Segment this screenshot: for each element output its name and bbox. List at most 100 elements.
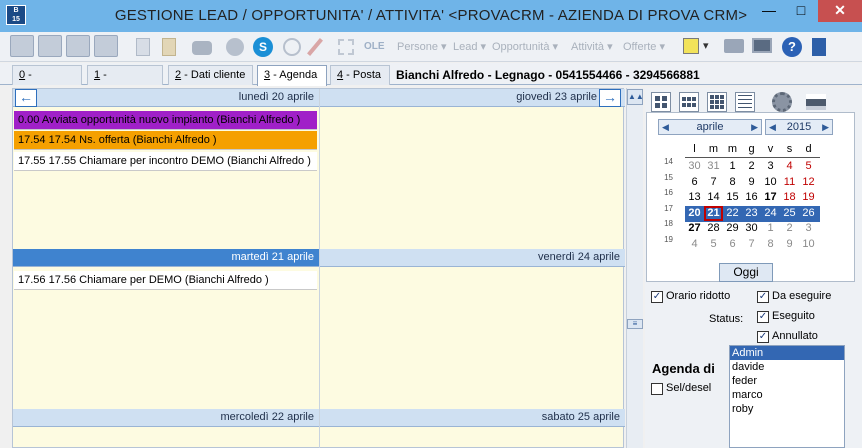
day-header-tuesday[interactable]: martedì 21 aprile bbox=[13, 249, 319, 267]
tab-dati-cliente[interactable]: 2 - Dati cliente bbox=[168, 65, 253, 85]
view-2x2-icon[interactable] bbox=[651, 92, 671, 112]
collapse-up-icon[interactable]: ▲▲ bbox=[627, 89, 644, 105]
minimize-button[interactable]: — bbox=[754, 0, 784, 22]
tab-agenda[interactable]: 3 - Agenda bbox=[257, 65, 327, 86]
calendar-day[interactable]: 3 bbox=[761, 159, 780, 174]
day-header-friday[interactable]: venerdì 24 aprile bbox=[320, 249, 625, 267]
document-icon[interactable] bbox=[136, 38, 150, 56]
prev-year-icon[interactable]: ◀ bbox=[769, 120, 776, 134]
menu-persone[interactable]: Persone ▾ bbox=[397, 40, 447, 53]
calendar-day[interactable]: 18 bbox=[780, 190, 799, 205]
grid-view-icon[interactable] bbox=[94, 35, 118, 57]
da-eseguire-checkbox[interactable]: ✓ bbox=[757, 291, 769, 303]
tab-principale[interactable]: 1 - Principale bbox=[87, 65, 163, 99]
calendar-day[interactable]: 7 bbox=[704, 175, 723, 190]
orario-ridotto-checkbox[interactable]: ✓ bbox=[651, 291, 663, 303]
gear-icon[interactable] bbox=[772, 92, 792, 112]
event-monday-2[interactable]: 17.54 17.54 Ns. offerta (Bianchi Alfredo… bbox=[14, 131, 317, 150]
event-monday-3[interactable]: 17.55 17.55 Chiamare per incontro DEMO (… bbox=[14, 152, 317, 171]
view-4x4-icon[interactable] bbox=[735, 92, 755, 112]
calendar-day[interactable]: 10 bbox=[761, 175, 780, 190]
list-icon[interactable] bbox=[683, 38, 699, 54]
calendar-day[interactable]: 30 bbox=[685, 159, 704, 174]
day-header-thursday[interactable]: giovedì 23 aprile bbox=[320, 89, 625, 107]
agenda-scrollbar[interactable]: ▲▲ ≡ bbox=[626, 88, 644, 448]
event-monday-1[interactable]: 0.00 Avviata opportunità nuovo impianto … bbox=[14, 111, 317, 130]
calendar-day[interactable]: 29 bbox=[723, 221, 742, 236]
binoculars-icon[interactable] bbox=[192, 41, 212, 55]
calendar-day[interactable]: 26 bbox=[799, 206, 818, 221]
user-list-item[interactable]: Admin bbox=[730, 346, 844, 360]
user-list-item[interactable]: davide bbox=[730, 360, 844, 374]
calendar-day[interactable]: 31 bbox=[704, 159, 723, 174]
chevron-down-icon[interactable]: ▾ bbox=[703, 39, 709, 52]
calendar-day[interactable]: 21 bbox=[704, 205, 723, 221]
calendar-day[interactable]: 24 bbox=[761, 206, 780, 221]
year-selector[interactable]: ◀ 2015 ▶ bbox=[765, 119, 833, 135]
menu-lead[interactable]: Lead ▾ bbox=[453, 40, 486, 53]
tab-posta[interactable]: 4 - Posta bbox=[330, 65, 390, 85]
annullato-checkbox[interactable]: ✓ bbox=[757, 331, 769, 343]
calendar-day[interactable]: 14 bbox=[704, 190, 723, 205]
ole-icon[interactable]: OLE bbox=[364, 41, 385, 65]
calendar-day[interactable]: 1 bbox=[761, 221, 780, 236]
grid-view-icon[interactable] bbox=[10, 35, 34, 57]
calendar-day[interactable]: 5 bbox=[704, 237, 723, 252]
next-week-button[interactable]: → bbox=[599, 89, 621, 107]
calendar-day[interactable]: 15 bbox=[723, 190, 742, 205]
event-tuesday-1[interactable]: 17.56 17.56 Chiamare per DEMO (Bianchi A… bbox=[14, 271, 317, 290]
mini-calendar[interactable]: ◀ aprile ▶ ◀ 2015 ▶ l m m g v s d 14 30 31 1 2 3 4 5 15… bbox=[646, 112, 855, 282]
pin-icon[interactable] bbox=[307, 38, 323, 56]
day-header-saturday[interactable]: sabato 25 aprile bbox=[320, 409, 625, 427]
calendar-day[interactable]: 4 bbox=[780, 159, 799, 174]
maximize-button[interactable]: □ bbox=[786, 0, 816, 22]
tab-persone[interactable]: 0 - Persone bbox=[12, 65, 82, 99]
printer-icon[interactable] bbox=[724, 39, 744, 53]
grid-view-icon[interactable] bbox=[66, 35, 90, 57]
merge-icon[interactable] bbox=[338, 39, 354, 55]
user-list[interactable]: Admin davide feder marco roby bbox=[729, 345, 845, 448]
calendar-day[interactable]: 22 bbox=[723, 206, 742, 221]
calendar-day[interactable]: 1 bbox=[723, 159, 742, 174]
calendar-day[interactable]: 16 bbox=[742, 190, 761, 205]
calendar-day[interactable]: 2 bbox=[742, 159, 761, 174]
next-year-icon[interactable]: ▶ bbox=[822, 120, 829, 134]
calendar-day[interactable]: 10 bbox=[799, 237, 818, 252]
calendar-day[interactable]: 23 bbox=[742, 206, 761, 221]
menu-opportunita[interactable]: Opportunità ▾ bbox=[492, 40, 558, 53]
user-list-item[interactable]: feder bbox=[730, 374, 844, 388]
calendar-day[interactable]: 11 bbox=[780, 175, 799, 190]
user-list-item[interactable]: roby bbox=[730, 402, 844, 416]
calendar-day[interactable]: 5 bbox=[799, 159, 818, 174]
calendar-day[interactable]: 30 bbox=[742, 221, 761, 236]
calendar-day[interactable]: 8 bbox=[761, 237, 780, 252]
today-button[interactable]: Oggi bbox=[719, 263, 773, 282]
close-button[interactable]: ✕ bbox=[818, 0, 862, 22]
day-header-monday[interactable]: lunedì 20 aprile bbox=[13, 89, 319, 107]
splitter-handle-icon[interactable]: ≡ bbox=[627, 319, 643, 329]
user-list-item[interactable]: marco bbox=[730, 388, 844, 402]
agenda-grid[interactable]: lunedì 20 aprile giovedì 23 aprile ← → 0… bbox=[12, 88, 625, 448]
monitor-icon[interactable] bbox=[752, 38, 772, 53]
view-3x2-icon[interactable] bbox=[679, 92, 699, 112]
calendar-day[interactable]: 27 bbox=[685, 221, 704, 236]
next-month-icon[interactable]: ▶ bbox=[751, 120, 758, 134]
calendar-day[interactable]: 6 bbox=[685, 175, 704, 190]
sel-desel-checkbox[interactable] bbox=[651, 383, 663, 395]
gear-icon[interactable] bbox=[226, 38, 244, 56]
exit-icon[interactable] bbox=[812, 38, 826, 56]
calendar-day[interactable]: 9 bbox=[742, 175, 761, 190]
calendar-day[interactable]: 20 bbox=[685, 206, 704, 221]
prev-week-button[interactable]: ← bbox=[15, 89, 37, 107]
calendar-day[interactable]: 9 bbox=[780, 237, 799, 252]
skype-icon[interactable]: S bbox=[253, 37, 273, 57]
edit-icon[interactable] bbox=[162, 38, 176, 56]
eseguito-checkbox[interactable]: ✓ bbox=[757, 311, 769, 323]
help-icon[interactable]: ? bbox=[782, 37, 802, 57]
menu-offerte[interactable]: Offerte ▾ bbox=[623, 40, 665, 53]
calendar-day[interactable]: 19 bbox=[799, 190, 818, 205]
grid-view-icon[interactable] bbox=[38, 35, 62, 57]
calendar-day[interactable]: 12 bbox=[799, 175, 818, 190]
calendar-day[interactable]: 8 bbox=[723, 175, 742, 190]
printer-icon[interactable] bbox=[806, 94, 826, 110]
